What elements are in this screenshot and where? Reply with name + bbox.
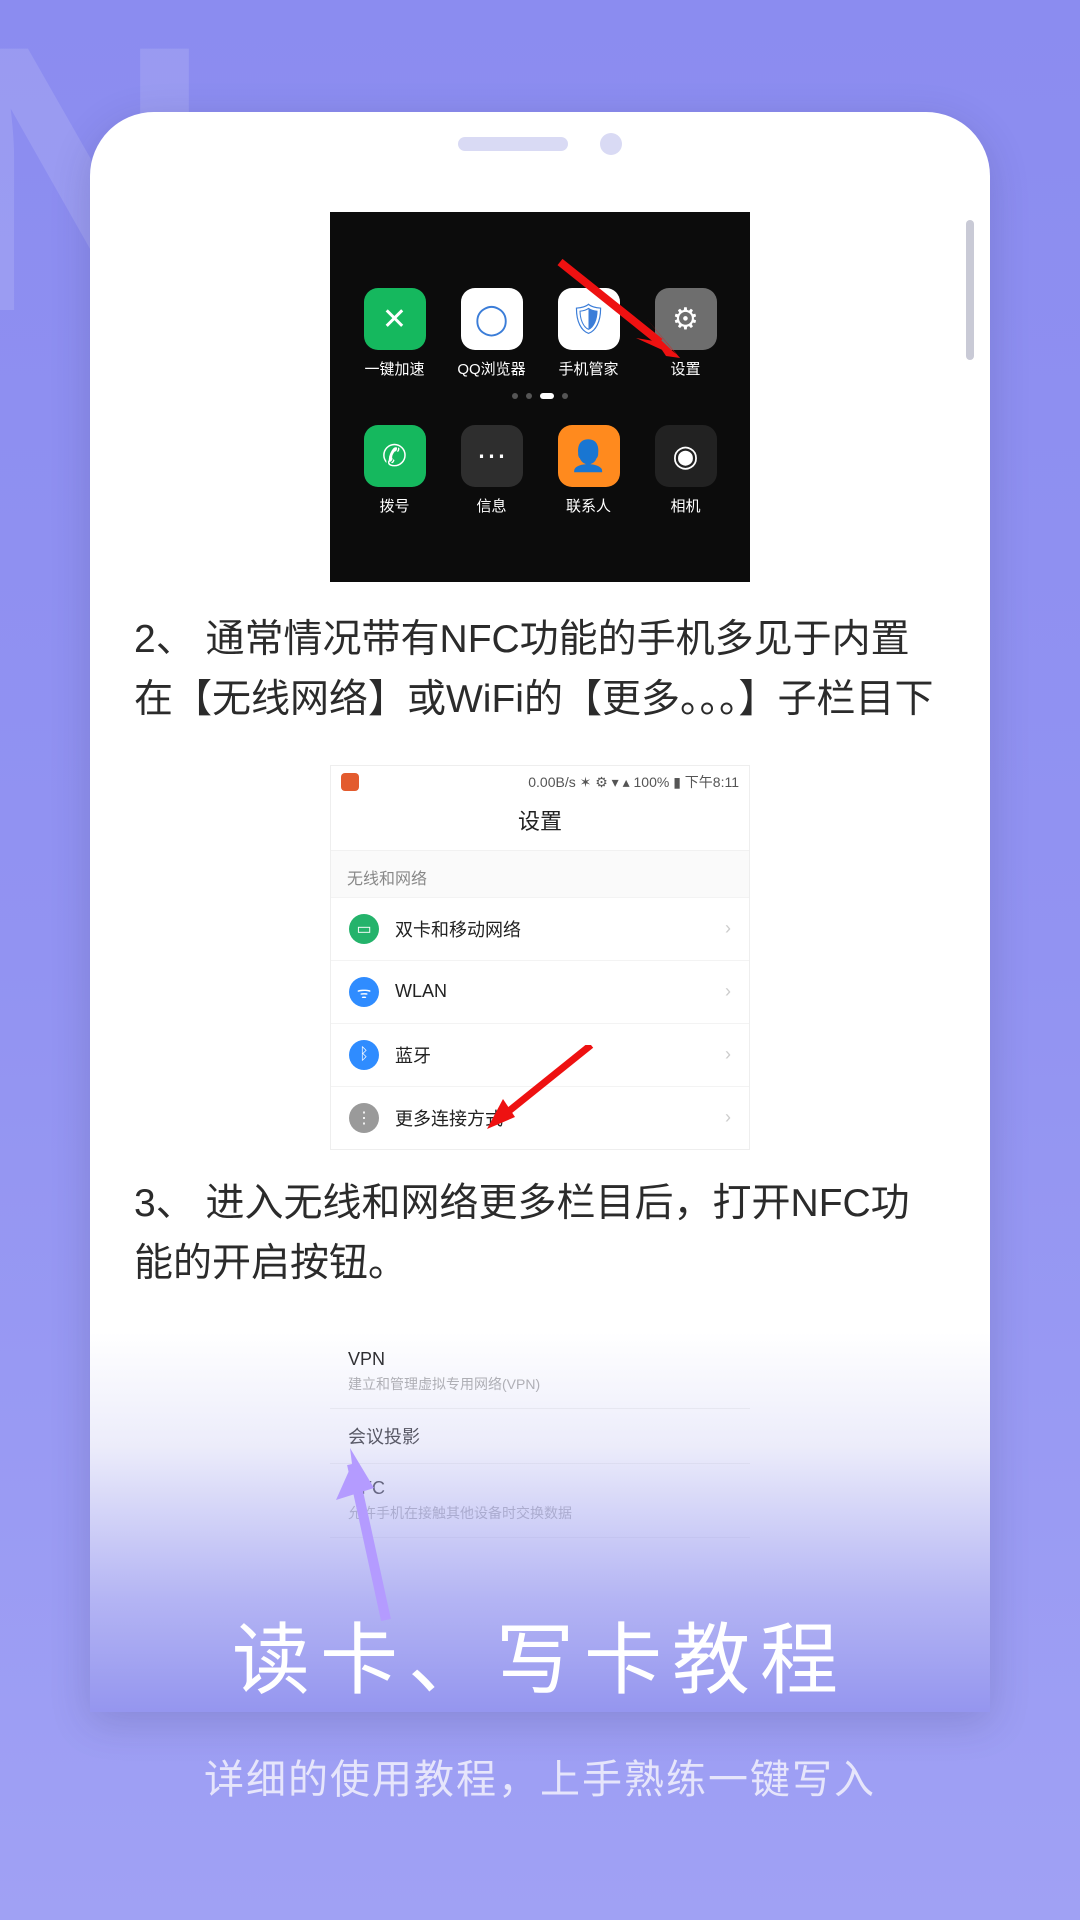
more-row-nfc[interactable]: NFC 允许手机在接触其他设备时交换数据	[330, 1464, 750, 1538]
app-camera[interactable]: ◉ 相机	[642, 425, 730, 516]
app-qq-browser[interactable]: ◯ QQ浏览器	[448, 288, 536, 379]
app-label: 一键加速	[364, 358, 424, 379]
gear-icon: ⚙	[655, 288, 717, 350]
phone-screen: ✕ 一键加速 ◯ QQ浏览器 🛡 手机管家 ⚙ 设置	[90, 176, 990, 1712]
row-subtitle: 允许手机在接触其他设备时交换数据	[348, 1503, 732, 1523]
speaker-slot	[458, 137, 568, 151]
boost-icon: ✕	[364, 288, 426, 350]
app-label: 联系人	[566, 495, 611, 516]
app-onekey-boost[interactable]: ✕ 一键加速	[351, 288, 439, 379]
sim-icon: ▭	[349, 914, 379, 944]
shield-icon: 🛡	[558, 288, 620, 350]
promo-subtitle: 详细的使用教程，上手熟练一键写入	[0, 1747, 1080, 1805]
row-label: 更多连接方式	[395, 1105, 503, 1131]
contact-icon: 👤	[558, 425, 620, 487]
status-text: 0.00B/s ✶ ⚙ ▾ ▴ 100% ▮ 下午8:11	[528, 772, 739, 792]
settings-section-header: 无线和网络	[331, 850, 749, 897]
phone-notch	[90, 112, 990, 176]
app-label: 拨号	[379, 495, 409, 516]
scrollbar[interactable]	[966, 220, 974, 360]
inner-screenshot-launcher: ✕ 一键加速 ◯ QQ浏览器 🛡 手机管家 ⚙ 设置	[330, 212, 750, 582]
step-2-text: 2、 通常情况带有NFC功能的手机多见于内置在【无线网络】或WiFi的【更多。。…	[134, 610, 946, 731]
row-title: NFC	[348, 1478, 732, 1499]
row-label: 双卡和移动网络	[395, 916, 521, 942]
launcher-row: ✕ 一键加速 ◯ QQ浏览器 🛡 手机管家 ⚙ 设置	[346, 288, 734, 379]
more-row-vpn[interactable]: VPN 建立和管理虚拟专用网络(VPN)	[330, 1335, 750, 1409]
row-label: 蓝牙	[395, 1042, 431, 1068]
phone-icon: ✆	[364, 425, 426, 487]
app-label: 相机	[670, 495, 700, 516]
chevron-right-icon: ›	[725, 1107, 731, 1128]
app-label: 手机管家	[558, 358, 618, 379]
chevron-right-icon: ›	[725, 918, 731, 939]
bluetooth-icon: ᛒ	[349, 1040, 379, 1070]
app-contacts[interactable]: 👤 联系人	[545, 425, 633, 516]
inner-screenshot-settings: 0.00B/s ✶ ⚙ ▾ ▴ 100% ▮ 下午8:11 设置 无线和网络 ▭…	[330, 765, 750, 1150]
row-subtitle: 建立和管理虚拟专用网络(VPN)	[348, 1374, 732, 1394]
chevron-right-icon: ›	[725, 1044, 731, 1065]
phone-mockup-frame: ✕ 一键加速 ◯ QQ浏览器 🛡 手机管家 ⚙ 设置	[90, 112, 990, 1712]
more-row-projection[interactable]: 会议投影	[330, 1409, 750, 1464]
app-dialer[interactable]: ✆ 拨号	[351, 425, 439, 516]
settings-title: 设置	[331, 794, 749, 850]
settings-row-wlan[interactable]: ᯤ WLAN ›	[331, 960, 749, 1023]
app-label: 设置	[670, 358, 700, 379]
front-camera	[600, 133, 622, 155]
settings-row-dual-sim[interactable]: ▭ 双卡和移动网络 ›	[331, 897, 749, 960]
step-3-text: 3、 进入无线和网络更多栏目后，打开NFC功能的开启按钮。	[134, 1174, 946, 1295]
app-messages[interactable]: ⋯ 信息	[448, 425, 536, 516]
status-app-icon	[341, 773, 359, 791]
promo-title: 读卡、写卡教程	[0, 1598, 1080, 1710]
app-settings[interactable]: ⚙ 设置	[642, 288, 730, 379]
camera-icon: ◉	[655, 425, 717, 487]
chevron-right-icon: ›	[725, 981, 731, 1002]
inner-screenshot-more-connections: VPN 建立和管理虚拟专用网络(VPN) 会议投影 NFC 允许手机在接触其他设…	[330, 1335, 750, 1538]
browser-icon: ◯	[461, 288, 523, 350]
app-label: 信息	[476, 495, 506, 516]
wifi-icon: ᯤ	[349, 977, 379, 1007]
row-title: VPN	[348, 1349, 732, 1370]
launcher-dock: ✆ 拨号 ⋯ 信息 👤 联系人 ◉ 相机	[346, 425, 734, 516]
row-label: WLAN	[395, 981, 447, 1002]
row-title: 会议投影	[348, 1423, 732, 1449]
settings-row-more-connections[interactable]: ⋮ 更多连接方式 ›	[331, 1086, 749, 1149]
app-phone-manager[interactable]: 🛡 手机管家	[545, 288, 633, 379]
settings-row-bluetooth[interactable]: ᛒ 蓝牙 ›	[331, 1023, 749, 1086]
message-icon: ⋯	[461, 425, 523, 487]
tutorial-content: ✕ 一键加速 ◯ QQ浏览器 🛡 手机管家 ⚙ 设置	[90, 176, 990, 1538]
page-indicator	[346, 393, 734, 399]
status-bar: 0.00B/s ✶ ⚙ ▾ ▴ 100% ▮ 下午8:11	[331, 766, 749, 794]
more-icon: ⋮	[349, 1103, 379, 1133]
app-label: QQ浏览器	[457, 358, 525, 379]
